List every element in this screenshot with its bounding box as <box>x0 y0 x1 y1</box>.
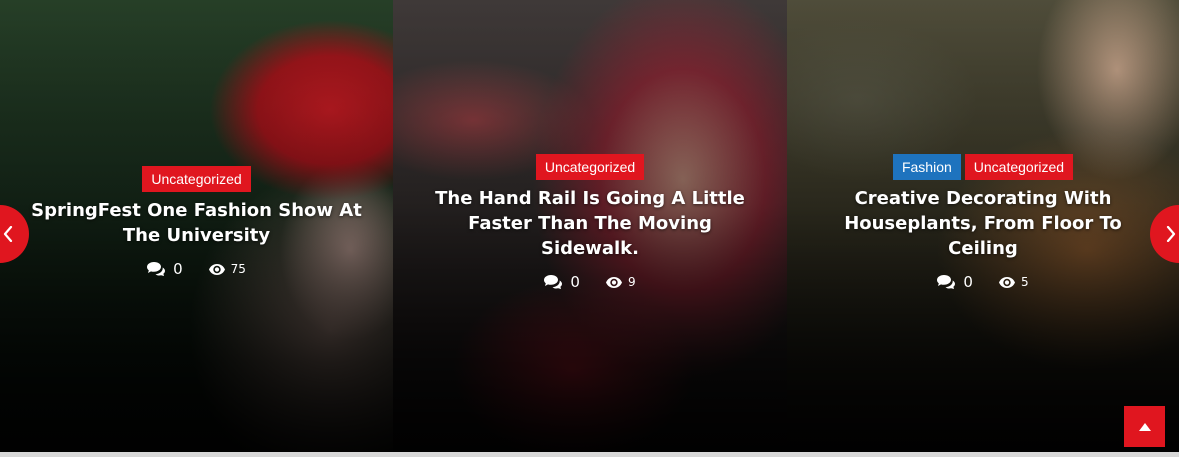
view-count: 9 <box>605 275 636 289</box>
slide[interactable]: Uncategorized The Hand Rail Is Going A L… <box>393 0 787 452</box>
view-count: 5 <box>998 275 1029 289</box>
category-badge[interactable]: Uncategorized <box>142 166 251 192</box>
chevron-left-icon <box>3 226 13 242</box>
slide-content: Uncategorized The Hand Rail Is Going A L… <box>423 154 757 291</box>
post-meta: 0 5 <box>817 273 1149 291</box>
eye-icon <box>605 276 622 288</box>
slide-content: Fashion Uncategorized Creative Decoratin… <box>817 154 1149 291</box>
scroll-to-top-button[interactable] <box>1124 406 1165 447</box>
featured-slider: Uncategorized SpringFest One Fashion Sho… <box>0 0 1179 452</box>
slide[interactable]: Fashion Uncategorized Creative Decoratin… <box>787 0 1179 452</box>
category-badge[interactable]: Uncategorized <box>964 154 1074 180</box>
category-badge[interactable]: Uncategorized <box>535 154 645 180</box>
post-meta: 0 75 <box>30 260 363 278</box>
category-list: Uncategorized <box>423 154 757 180</box>
page-bottom-bar <box>0 452 1179 457</box>
arrow-up-icon <box>1138 422 1151 431</box>
comments-icon <box>937 275 956 289</box>
slide-content: Uncategorized SpringFest One Fashion Sho… <box>30 166 363 278</box>
comment-count: 0 <box>147 260 183 278</box>
slide[interactable]: Uncategorized SpringFest One Fashion Sho… <box>0 0 393 452</box>
category-list: Fashion Uncategorized <box>817 154 1149 180</box>
post-title[interactable]: SpringFest One Fashion Show At The Unive… <box>30 198 363 248</box>
eye-icon <box>998 276 1015 288</box>
comment-count: 0 <box>937 273 973 291</box>
comments-icon <box>544 275 563 289</box>
chevron-right-icon <box>1166 226 1176 242</box>
category-badge[interactable]: Fashion <box>892 154 961 180</box>
comment-count: 0 <box>544 273 580 291</box>
post-title[interactable]: Creative Decorating With Houseplants, Fr… <box>817 186 1149 261</box>
eye-icon <box>208 263 225 275</box>
comments-icon <box>147 262 166 276</box>
view-count: 75 <box>208 262 246 276</box>
post-meta: 0 9 <box>423 273 757 291</box>
post-title[interactable]: The Hand Rail Is Going A Little Faster T… <box>423 186 757 261</box>
category-list: Uncategorized <box>30 166 363 192</box>
